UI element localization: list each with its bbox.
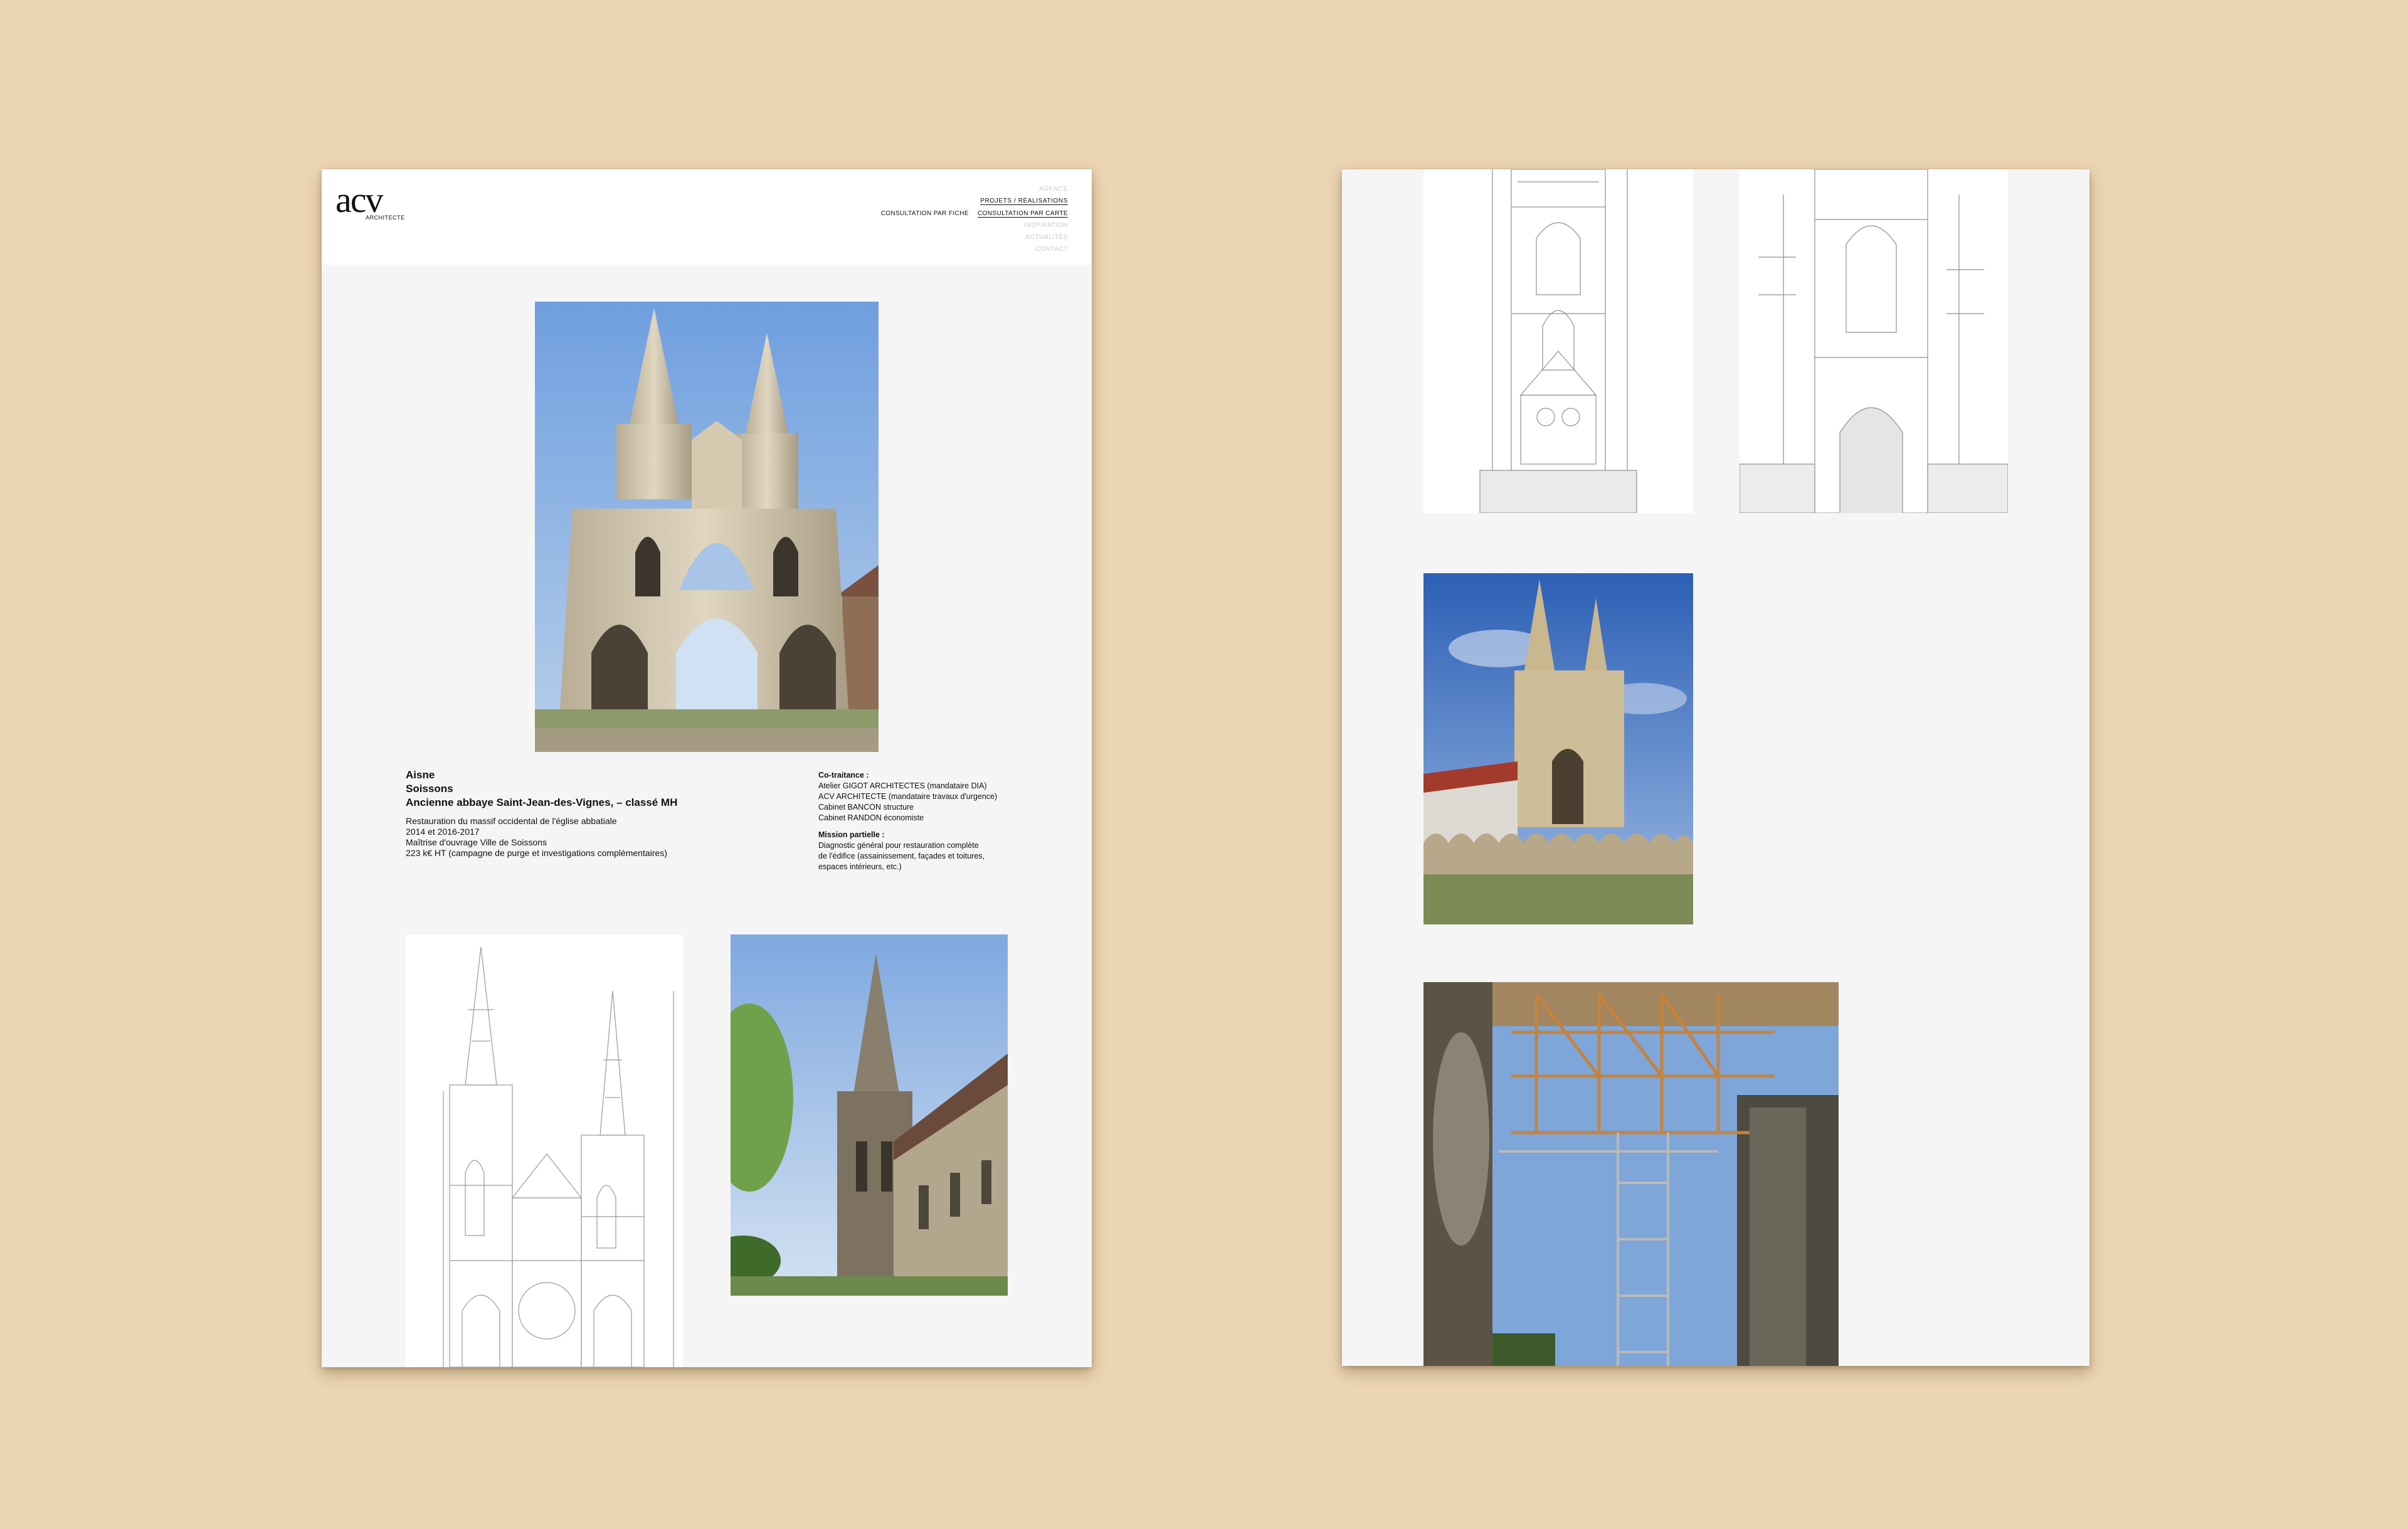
project-desc-line: Maîtrise d'ouvrage Ville de Soissons [406, 837, 547, 847]
nav-item-inspiration[interactable]: INSPIRATION [872, 220, 1068, 231]
project-desc-line: 223 k€ HT (campagne de purge et investig… [406, 848, 667, 858]
cotraitance-line: Cabinet BANCON structure [818, 803, 914, 812]
mission-line: espaces intérieurs, etc.) [818, 862, 902, 871]
nav-item-agence[interactable]: AGENCE [872, 183, 1068, 195]
cotraitance-title: Co-traitance : [818, 771, 869, 780]
project-department: Aisne [406, 769, 435, 781]
nav-sub-fiche[interactable]: CONSULTATION PAR FICHE [881, 210, 969, 217]
mission-title: Mission partielle : [818, 830, 885, 839]
project-desc-line: Restauration du massif occidental de l'é… [406, 816, 617, 826]
logo-mark: acv [335, 179, 383, 220]
nav-item-actualites[interactable]: ACTUALITÉS [872, 231, 1068, 243]
scaffolding-photo[interactable] [1423, 982, 1839, 1366]
nav-sub-carte[interactable]: CONSULTATION PAR CARTE [977, 210, 1068, 218]
project-desc-line: 2014 et 2016-2017 [406, 827, 480, 837]
project-title: Ancienne abbaye Saint-Jean-des-Vignes, –… [406, 796, 678, 808]
cotraitance-line: Atelier GIGOT ARCHITECTES (mandataire DI… [818, 781, 987, 790]
mission-line: de l'édifice (assainissement, façades et… [818, 852, 985, 860]
nav-item-contact[interactable]: CONTACT [872, 243, 1068, 255]
cotraitance-line: ACV ARCHITECTE (mandataire travaux d'urg… [818, 792, 998, 801]
tower-section-drawing-2[interactable] [1740, 169, 2008, 513]
website-page-right [1342, 169, 2089, 1366]
abbey-cloister-photo[interactable] [1423, 573, 1693, 924]
tower-section-drawing-1[interactable] [1423, 169, 1693, 513]
project-partners: Co-traitance : Atelier GIGOT ARCHITECTES… [818, 770, 1057, 872]
project-city: Soissons [406, 783, 453, 795]
facade-elevation-drawing[interactable] [406, 934, 683, 1367]
tower-side-photo[interactable] [731, 934, 1008, 1296]
logo-subtext: ARCHITECTE [366, 214, 405, 221]
site-logo[interactable]: acv ARCHITECTE [335, 179, 404, 226]
project-info: Aisne Soissons Ancienne abbaye Saint-Jea… [406, 768, 757, 859]
nav-item-projets[interactable]: PROJETS / RÉALISATIONS [872, 195, 1068, 207]
site-header: acv ARCHITECTE AGENCE PROJETS / RÉALISAT… [322, 169, 1092, 265]
nav-item-projets-label: PROJETS / RÉALISATIONS [980, 198, 1068, 205]
website-page-left: acv ARCHITECTE AGENCE PROJETS / RÉALISAT… [322, 169, 1092, 1367]
mission-line: Diagnostic général pour restauration com… [818, 841, 979, 850]
facade-photo[interactable] [535, 302, 879, 752]
cotraitance-line: Cabinet RANDON économiste [818, 813, 924, 822]
main-nav: AGENCE PROJETS / RÉALISATIONS CONSULTATI… [872, 183, 1068, 255]
nav-subnav: CONSULTATION PAR FICHE CONSULTATION PAR C… [872, 207, 1068, 220]
